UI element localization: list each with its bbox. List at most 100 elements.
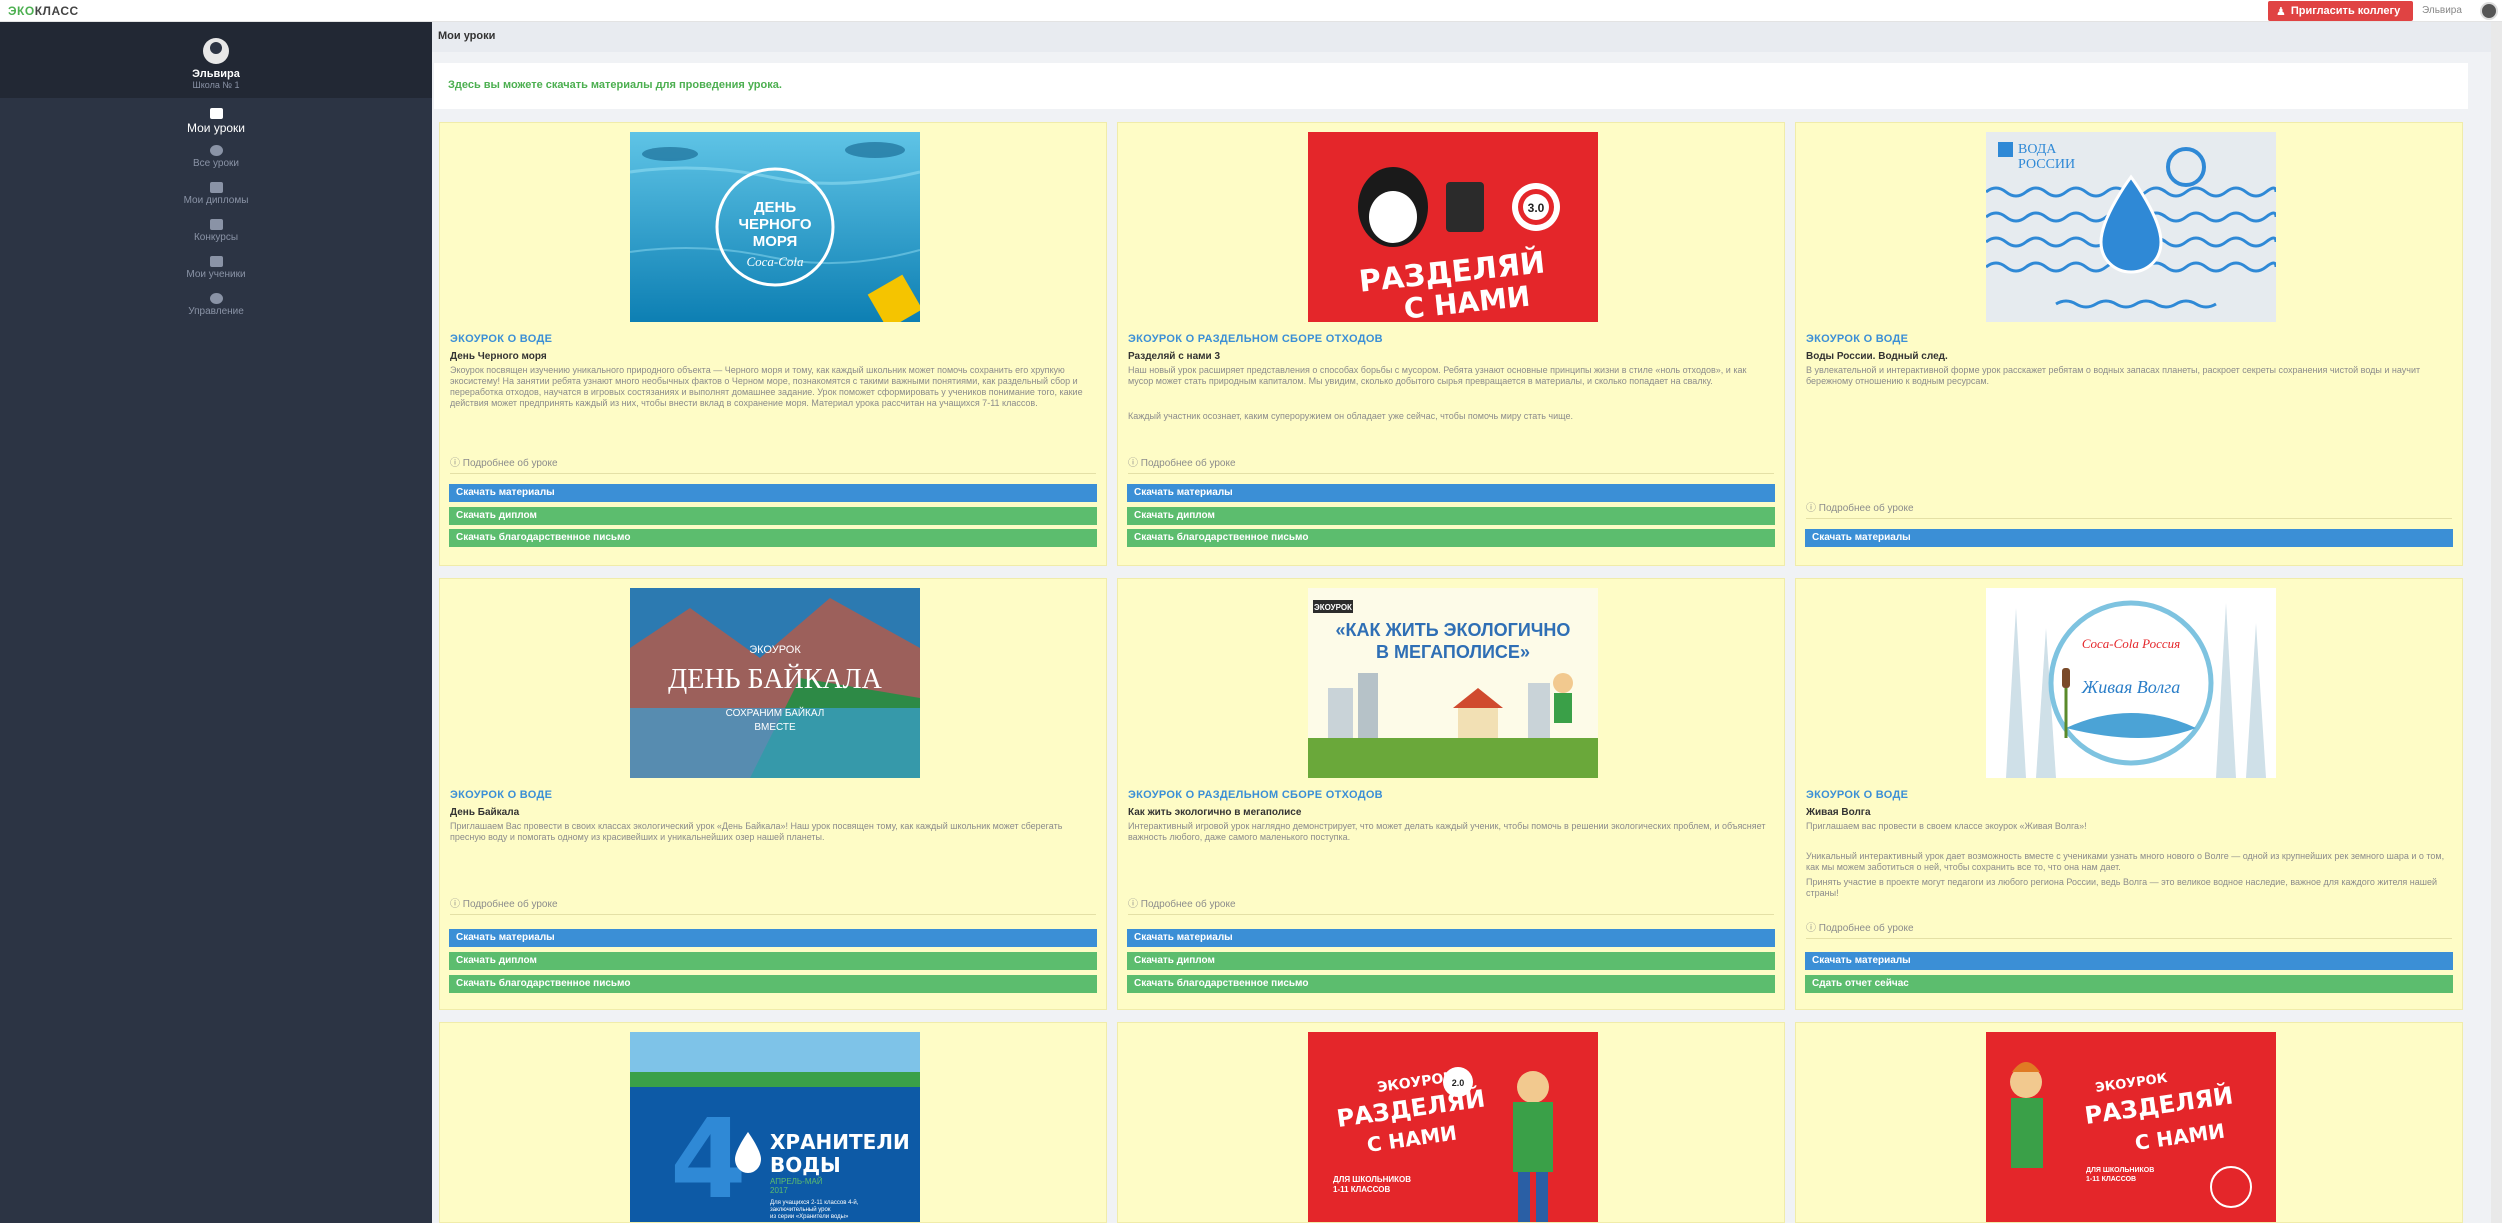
lesson-image-separate-with-us-3[interactable]: 3.0 РАЗДЕЛЯЙ С НАМИ	[1308, 132, 1598, 322]
lesson-details-link[interactable]: ⓘ Подробнее об уроке	[1128, 454, 1236, 469]
submit-report-button[interactable]: Сдать отчет сейчас	[1805, 975, 2453, 993]
lesson-description-extra: Уникальный интерактивный урок дает возмо…	[1806, 851, 2445, 872]
lesson-category: ЭКОУРОК О РАЗДЕЛЬНОМ СБОРЕ ОТХОДОВ	[1128, 333, 1383, 345]
download-diploma-button[interactable]: Скачать диплом	[449, 952, 1097, 970]
lesson-title: Разделяй с нами 3	[1128, 351, 1221, 362]
svg-text:ЭКОУРОК: ЭКОУРОК	[1314, 603, 1352, 612]
lesson-category: ЭКОУРОК О ВОДЕ	[1806, 333, 1909, 345]
download-materials-button[interactable]: Скачать материалы	[1127, 484, 1775, 502]
sidebar-item-management[interactable]: Управление	[0, 289, 432, 326]
download-letter-button[interactable]: Скачать благодарственное письмо	[449, 529, 1097, 547]
lesson-details-link[interactable]: ⓘ Подробнее об уроке	[1806, 499, 1914, 514]
sidebar-item-my-lessons[interactable]: Мои уроки	[0, 104, 432, 141]
lesson-category: ЭКОУРОК О ВОДЕ	[1806, 789, 1909, 801]
sidebar-item-my-students[interactable]: Мои ученики	[0, 252, 432, 289]
lesson-card: ВОДА РОССИИ ЭКОУРОК О ВОДЕ Воды России. …	[1795, 122, 2463, 566]
lesson-category: ЭКОУРОК О ВОДЕ	[450, 333, 553, 345]
sidebar: Эльвира Школа № 1 Мои уроки Все уроки Мо…	[0, 22, 432, 1223]
notice-banner: Здесь вы можете скачать материалы для пр…	[434, 63, 2468, 109]
download-materials-button[interactable]: Скачать материалы	[449, 484, 1097, 502]
svg-text:ВОДА: ВОДА	[2018, 142, 2057, 157]
profile-school: Школа № 1	[192, 80, 240, 90]
download-diploma-button[interactable]: Скачать диплом	[1127, 507, 1775, 525]
top-bar: ЭКОКЛАСС ♟ Пригласить коллегу Эльвира	[0, 0, 2502, 22]
divider	[450, 914, 1096, 915]
svg-text:«КАК ЖИТЬ ЭКОЛОГИЧНО: «КАК ЖИТЬ ЭКОЛОГИЧНО	[1336, 620, 1571, 640]
lesson-card: ДЕНЬ ЧЕРНОГО МОРЯ Coca-Cola ЭКОУРОК О ВО…	[439, 122, 1107, 566]
invite-label: Пригласить коллегу	[2290, 5, 2401, 17]
divider	[1128, 914, 1774, 915]
download-diploma-button[interactable]: Скачать диплом	[1127, 952, 1775, 970]
svg-text:СОХРАНИМ БАЙКАЛ: СОХРАНИМ БАЙКАЛ	[726, 706, 825, 719]
main-content: Мои уроки Здесь вы можете скачать матери…	[432, 22, 2502, 1223]
lesson-description: Интерактивный игровой урок наглядно демо…	[1128, 821, 1766, 842]
sidebar-item-my-diplomas[interactable]: Мои дипломы	[0, 178, 432, 215]
download-letter-button[interactable]: Скачать благодарственное письмо	[1127, 975, 1775, 993]
lesson-details-link[interactable]: ⓘ Подробнее об уроке	[1128, 895, 1236, 910]
lesson-title: Как жить экологично в мегаполисе	[1128, 807, 1302, 818]
svg-text:ДЕНЬ: ДЕНЬ	[754, 199, 797, 216]
page-title: Мои уроки	[432, 22, 2502, 52]
lesson-image-living-volga[interactable]: Coca-Cola Россия Живая Волга	[1986, 588, 2276, 778]
user-avatar[interactable]	[2480, 2, 2498, 20]
svg-text:ДЕНЬ БАЙКАЛА: ДЕНЬ БАЙКАЛА	[668, 664, 883, 695]
page-scrollbar[interactable]	[2491, 22, 2502, 1223]
sidebar-item-all-lessons[interactable]: Все уроки	[0, 141, 432, 178]
students-icon	[209, 256, 223, 267]
trophy-icon	[209, 182, 223, 193]
svg-text:1-11 КЛАССОВ: 1-11 КЛАССОВ	[1333, 1185, 1390, 1194]
divider	[1806, 518, 2452, 519]
lesson-description: Приглашаем Вас провести в своих классах …	[450, 821, 1063, 842]
svg-text:В МЕГАПОЛИСЕ»: В МЕГАПОЛИСЕ»	[1376, 642, 1530, 662]
lesson-details-link[interactable]: ⓘ Подробнее об уроке	[1806, 919, 1914, 934]
lesson-details-link[interactable]: ⓘ Подробнее об уроке	[450, 895, 558, 910]
lesson-image-separate-with-us-2[interactable]: ЭКОУРОК РАЗДЕЛЯЙ С НАМИ 2.0 ДЛЯ ШКОЛЬНИК…	[1308, 1032, 1598, 1222]
svg-text:ДЛЯ ШКОЛЬНИКОВ: ДЛЯ ШКОЛЬНИКОВ	[1333, 1175, 1411, 1184]
lesson-details-link[interactable]: ⓘ Подробнее об уроке	[450, 454, 558, 469]
lesson-title: Живая Волга	[1806, 807, 1871, 818]
download-materials-button[interactable]: Скачать материалы	[1805, 952, 2453, 970]
svg-text:1-11 КЛАССОВ: 1-11 КЛАССОВ	[2086, 1176, 2136, 1183]
download-materials-button[interactable]: Скачать материалы	[1805, 529, 2453, 547]
user-name[interactable]: Эльвира	[2422, 5, 2462, 16]
svg-text:ХРАНИТЕЛИ: ХРАНИТЕЛИ	[770, 1130, 910, 1154]
lesson-description-extra: Каждый участник осознает, каким суперору…	[1128, 411, 1573, 421]
download-materials-button[interactable]: Скачать материалы	[1127, 929, 1775, 947]
lesson-image-separate-with-us-1[interactable]: ЭКОУРОК РАЗДЕЛЯЙ С НАМИ ДЛЯ ШКОЛЬНИКОВ 1…	[1986, 1032, 2276, 1222]
app-logo[interactable]: ЭКОКЛАСС	[8, 4, 79, 18]
svg-text:Для учащихся 2-11 классов 4-й,: Для учащихся 2-11 классов 4-й,	[770, 1199, 859, 1206]
svg-text:2.0: 2.0	[1452, 1078, 1465, 1088]
lesson-card: ЭКОУРОК РАЗДЕЛЯЙ С НАМИ 2.0 ДЛЯ ШКОЛЬНИК…	[1117, 1022, 1785, 1223]
divider	[1806, 938, 2452, 939]
lesson-image-eco-megapolis[interactable]: ЭКОУРОК «КАК ЖИТЬ ЭКОЛОГИЧНО В МЕГАПОЛИС…	[1308, 588, 1598, 778]
sidebar-item-contests[interactable]: Конкурсы	[0, 215, 432, 252]
download-materials-button[interactable]: Скачать материалы	[449, 929, 1097, 947]
avatar[interactable]	[203, 38, 229, 64]
svg-text:ДЛЯ ШКОЛЬНИКОВ: ДЛЯ ШКОЛЬНИКОВ	[2086, 1167, 2154, 1174]
lesson-image-water-keepers-4[interactable]: 4 ХРАНИТЕЛИ ВОДЫ АПРЕЛЬ-МАЙ 2017 Для уча…	[630, 1032, 920, 1222]
invite-colleague-button[interactable]: ♟ Пригласить коллегу	[2268, 1, 2413, 21]
lesson-card: 3.0 РАЗДЕЛЯЙ С НАМИ ЭКОУРОК О РАЗДЕЛЬНОМ…	[1117, 122, 1785, 566]
svg-text:Coca-Cola: Coca-Cola	[746, 254, 804, 269]
lesson-category: ЭКОУРОК О РАЗДЕЛЬНОМ СБОРЕ ОТХОДОВ	[1128, 789, 1383, 801]
download-letter-button[interactable]: Скачать благодарственное письмо	[449, 975, 1097, 993]
lesson-image-baikal-day[interactable]: ЭКОУРОК ДЕНЬ БАЙКАЛА СОХРАНИМ БАЙКАЛ ВМЕ…	[630, 588, 920, 778]
lesson-image-waters-of-russia[interactable]: ВОДА РОССИИ	[1986, 132, 2276, 322]
svg-text:АПРЕЛЬ-МАЙ: АПРЕЛЬ-МАЙ	[770, 1177, 823, 1186]
svg-text:Живая Волга: Живая Волга	[2081, 677, 2180, 697]
gear-icon	[209, 293, 223, 304]
svg-text:МОРЯ: МОРЯ	[753, 233, 798, 250]
svg-text:из серии «Хранители воды»: из серии «Хранители воды»	[770, 1214, 849, 1220]
lesson-icon	[209, 108, 223, 119]
lesson-category: ЭКОУРОК О ВОДЕ	[450, 789, 553, 801]
svg-text:заключительный урок: заключительный урок	[770, 1206, 831, 1213]
download-letter-button[interactable]: Скачать благодарственное письмо	[1127, 529, 1775, 547]
lesson-card: ЭКОУРОК РАЗДЕЛЯЙ С НАМИ ДЛЯ ШКОЛЬНИКОВ 1…	[1795, 1022, 2463, 1223]
user-plus-icon: ♟	[2276, 5, 2286, 18]
svg-text:ЧЕРНОГО: ЧЕРНОГО	[738, 216, 811, 233]
lesson-card: ЭКОУРОК ДЕНЬ БАЙКАЛА СОХРАНИМ БАЙКАЛ ВМЕ…	[439, 578, 1107, 1010]
lesson-image-black-sea[interactable]: ДЕНЬ ЧЕРНОГО МОРЯ Coca-Cola	[630, 132, 920, 322]
svg-text:ВМЕСТЕ: ВМЕСТЕ	[754, 722, 796, 733]
svg-text:2017: 2017	[770, 1186, 788, 1195]
download-diploma-button[interactable]: Скачать диплом	[449, 507, 1097, 525]
